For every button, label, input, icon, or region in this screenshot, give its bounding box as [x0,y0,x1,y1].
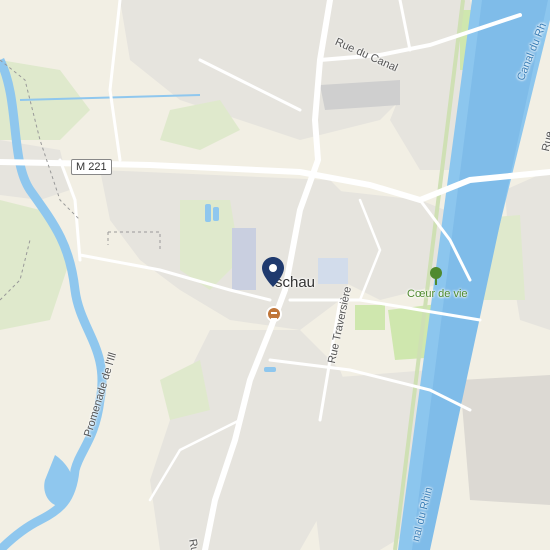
road-badge-m221: M 221 [71,159,112,175]
map-view[interactable]: Rue du Canal Canal du Rh nal du Rhin M 2… [0,0,550,550]
restaurant-icon[interactable] [266,306,282,322]
map-pin-icon[interactable] [262,257,284,287]
label-rue-bottom: Ru [186,538,201,550]
label-coeur-de-vie: Cœur de vie [407,288,468,300]
tree-icon[interactable] [428,266,444,286]
